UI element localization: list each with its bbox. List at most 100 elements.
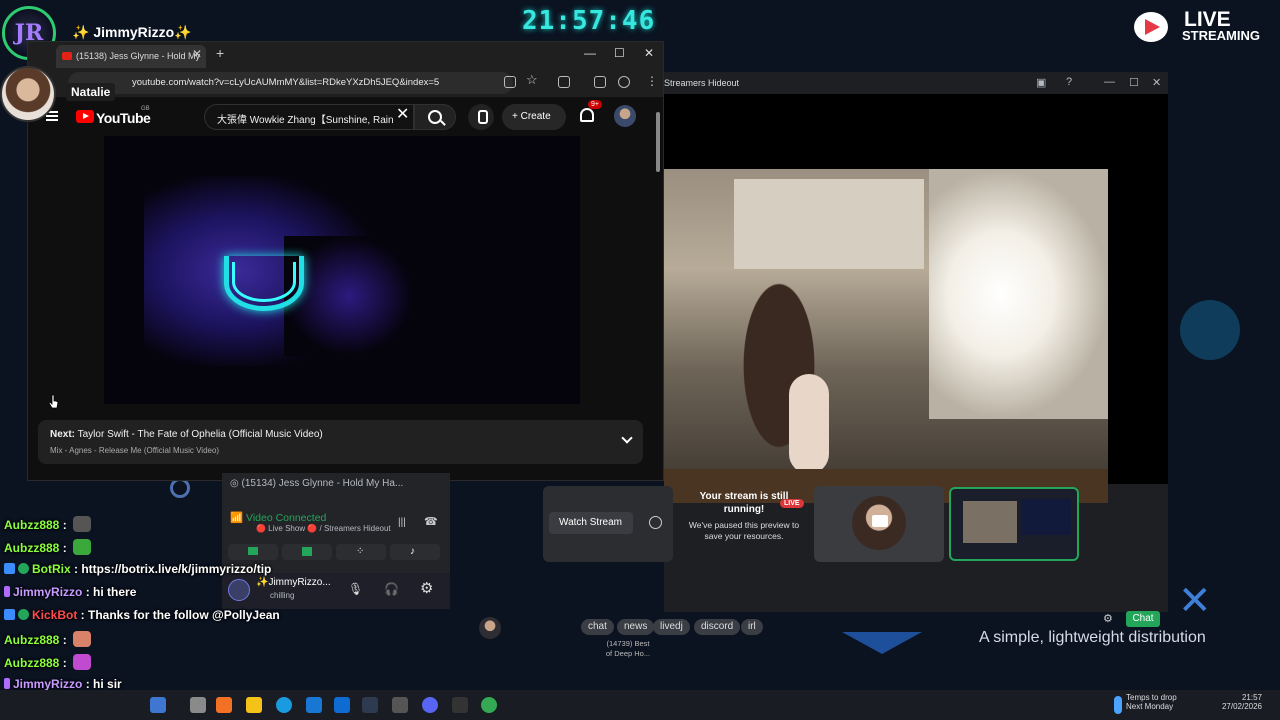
chat-username: Aubzz888 bbox=[4, 656, 60, 670]
up-next-card[interactable]: Next: Taylor Swift - The Fate of Ophelia… bbox=[38, 420, 643, 464]
start-icon[interactable] bbox=[150, 697, 166, 713]
weather-widget[interactable]: Temps to drop Next Monday bbox=[1126, 693, 1177, 711]
inbox-icon[interactable]: ▣ bbox=[1036, 76, 1046, 89]
extensions-icon[interactable] bbox=[558, 76, 570, 88]
tab-search-icon[interactable] bbox=[594, 76, 606, 88]
up-next-prefix: Next: bbox=[50, 429, 76, 440]
more-menu-icon[interactable]: ⋮ bbox=[646, 74, 658, 88]
notifications-bell-icon[interactable] bbox=[580, 108, 594, 122]
discord-voice-panel: ◎ (15134) Jess Glynne - Hold My Ha... 📶 … bbox=[222, 473, 450, 609]
webcam-bubble bbox=[0, 66, 56, 122]
tag-chat[interactable]: chat bbox=[581, 619, 614, 635]
disconnect-icon[interactable]: ☎ bbox=[424, 515, 438, 528]
chat-text: https://botrix.live/k/jimmyrizzo/tip bbox=[81, 562, 272, 576]
minimize-icon[interactable]: — bbox=[584, 46, 596, 60]
user-status: chilling bbox=[270, 591, 295, 600]
copilot-icon[interactable] bbox=[216, 697, 232, 713]
headphones-icon[interactable]: 🎧 bbox=[384, 582, 399, 596]
broadcaster-mic-icon bbox=[4, 678, 10, 689]
new-tab-icon[interactable]: + bbox=[216, 45, 224, 61]
chat-button[interactable]: Chat bbox=[1126, 611, 1160, 627]
chrome-icon[interactable] bbox=[481, 697, 497, 713]
camera-button[interactable] bbox=[228, 544, 278, 560]
maximize-icon[interactable]: ☐ bbox=[1129, 76, 1139, 89]
noise-suppression-icon[interactable]: ||| bbox=[398, 517, 406, 528]
minimize-icon[interactable]: — bbox=[1104, 76, 1115, 88]
popout-icon[interactable] bbox=[649, 516, 662, 529]
video-window-light bbox=[929, 169, 1108, 419]
browser-tab[interactable]: (15138) Jess Glynne - Hold My bbox=[56, 45, 206, 68]
store-icon[interactable] bbox=[306, 697, 322, 713]
chat-message: Aubzz888 : bbox=[4, 654, 92, 670]
video-player[interactable] bbox=[104, 136, 580, 404]
now-playing: ◎ (15134) Jess Glynne - Hold My Ha... bbox=[230, 478, 404, 489]
discord-icon[interactable] bbox=[422, 697, 438, 713]
mail-icon[interactable] bbox=[334, 697, 350, 713]
url-field[interactable]: youtube.com/watch?v=cLyUcAUMmMY&list=RDk… bbox=[68, 72, 513, 94]
close-window-icon[interactable]: ✕ bbox=[1152, 76, 1161, 89]
soundboard-icon: ♪ bbox=[410, 546, 415, 557]
close-tab-icon[interactable]: ✕ bbox=[192, 47, 202, 61]
tag-livedj[interactable]: livedj bbox=[653, 619, 690, 635]
search-icon[interactable] bbox=[414, 104, 456, 130]
bot-badge-icon bbox=[4, 563, 15, 574]
create-button[interactable]: + Create bbox=[502, 104, 566, 130]
live-streaming-badge: LIVE STREAMING bbox=[1134, 8, 1262, 44]
watch-stream-button[interactable]: Watch Stream bbox=[549, 512, 633, 534]
clock-time: 21:57 bbox=[1241, 693, 1262, 702]
region-code: GB bbox=[141, 106, 150, 112]
youtube-search-input[interactable]: 大張偉 Wowkie Zhang【Sunshine, Rain bbox=[204, 104, 414, 130]
activities-button[interactable]: ⁘ bbox=[336, 544, 386, 560]
play-icon bbox=[1134, 12, 1168, 42]
settings-gear-icon[interactable]: ⚙ bbox=[1103, 612, 1113, 625]
microphone-icon[interactable] bbox=[468, 104, 494, 130]
user-avatar[interactable] bbox=[228, 579, 250, 601]
steam-icon[interactable] bbox=[362, 697, 378, 713]
app-icon[interactable] bbox=[452, 697, 468, 713]
watch-stream-tile[interactable]: Watch Stream bbox=[543, 486, 673, 562]
account-avatar[interactable] bbox=[614, 105, 636, 127]
mini-title-line2: of Deep Ho... bbox=[605, 649, 651, 658]
tag-news[interactable]: news bbox=[617, 619, 655, 635]
obs-icon[interactable] bbox=[392, 697, 408, 713]
browser-tab-bar: (15138) Jess Glynne - Hold My ✕ + — ☐ ✕ bbox=[28, 42, 663, 68]
scrollbar-thumb[interactable] bbox=[656, 112, 660, 172]
video-necklace-inner bbox=[232, 262, 296, 302]
soundboard-button[interactable]: ♪ bbox=[390, 544, 440, 560]
activities-icon: ⁘ bbox=[356, 546, 365, 557]
stream-stage bbox=[664, 94, 1168, 503]
close-window-icon[interactable]: ✕ bbox=[644, 46, 654, 60]
youtube-logo-text[interactable]: YouTube bbox=[96, 110, 151, 126]
file-explorer-icon[interactable] bbox=[246, 697, 262, 713]
tag-irl[interactable]: irl bbox=[741, 619, 763, 635]
chat-message: Aubzz888 : bbox=[4, 631, 92, 647]
voice-status-text: Video Connected bbox=[246, 512, 327, 524]
youtube-logo-icon[interactable] bbox=[76, 110, 94, 123]
screen-share-button[interactable] bbox=[282, 544, 332, 560]
help-icon[interactable]: ? bbox=[1066, 76, 1072, 88]
task-view-icon[interactable] bbox=[190, 697, 206, 713]
bookmark-star-icon[interactable]: ☆ bbox=[526, 72, 538, 88]
microphone-icon[interactable]: 🎙 bbox=[348, 582, 363, 596]
chat-separator: : bbox=[82, 677, 94, 691]
clear-search-icon[interactable]: ✕ bbox=[396, 104, 409, 124]
tag-discord[interactable]: discord bbox=[694, 619, 741, 635]
overlay-clock: 21:57:46 bbox=[522, 6, 656, 36]
settings-gear-icon[interactable]: ⚙ bbox=[420, 579, 433, 597]
edge-icon[interactable] bbox=[276, 697, 292, 713]
chevron-down-icon[interactable] bbox=[621, 432, 633, 444]
participant-tile[interactable] bbox=[814, 486, 944, 562]
profile-icon[interactable] bbox=[618, 76, 630, 88]
webcam-name-label: Natalie bbox=[66, 83, 116, 101]
webcam-stream-video[interactable] bbox=[664, 169, 1108, 503]
streamer-name: ✨ JimmyRizzo✨ bbox=[72, 24, 192, 40]
screen-share-icon bbox=[302, 547, 312, 556]
system-clock[interactable]: 21:57 27/02/2026 bbox=[1220, 693, 1262, 711]
youtube-favicon-icon bbox=[62, 52, 72, 60]
user-avatar[interactable] bbox=[479, 617, 501, 639]
screen-share-tile[interactable] bbox=[949, 487, 1079, 561]
streaming-label: STREAMING bbox=[1182, 28, 1260, 43]
video-person-legs bbox=[789, 374, 829, 474]
maximize-icon[interactable]: ☐ bbox=[614, 46, 625, 60]
install-app-icon[interactable] bbox=[504, 76, 516, 88]
